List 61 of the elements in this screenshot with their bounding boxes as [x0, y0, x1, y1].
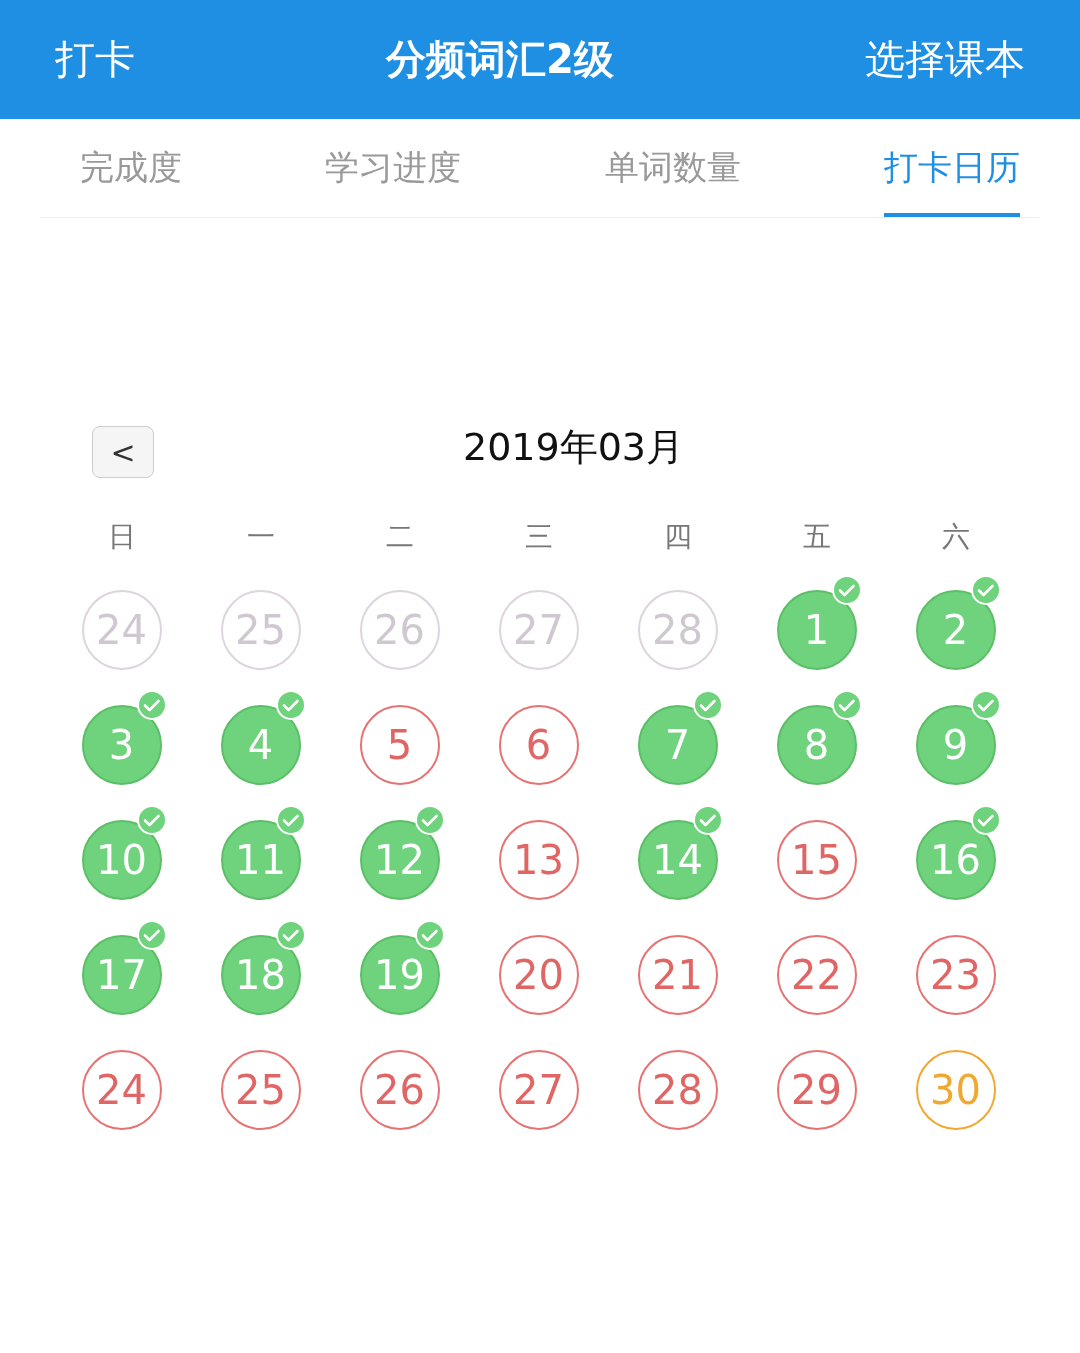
- tab[interactable]: 单词数量: [604, 119, 741, 217]
- weekday-label: 二: [385, 519, 414, 555]
- checkin-link[interactable]: 打卡: [55, 32, 135, 87]
- day-circle[interactable]: 29: [776, 1049, 857, 1130]
- day-circle[interactable]: 30: [915, 1049, 996, 1130]
- day-circle[interactable]: 12: [359, 819, 440, 900]
- weekday-label: 四: [663, 519, 692, 555]
- day-circle[interactable]: 27: [498, 1049, 579, 1130]
- check-badge-icon: [137, 920, 167, 950]
- day-circle[interactable]: 8: [776, 704, 857, 785]
- day-circle[interactable]: 17: [81, 934, 162, 1015]
- day-circle[interactable]: 9: [915, 704, 996, 785]
- day-circle[interactable]: 18: [220, 934, 301, 1015]
- day-circle[interactable]: 21: [637, 934, 718, 1015]
- weekday-label: 日: [107, 519, 136, 555]
- weekday-label: 六: [941, 519, 970, 555]
- check-badge-icon: [415, 805, 445, 835]
- tab[interactable]: 打卡日历: [884, 119, 1020, 217]
- weekday-label: 五: [802, 519, 831, 555]
- day-circle[interactable]: 24: [81, 1049, 162, 1130]
- check-badge-icon: [693, 690, 723, 720]
- day-circle[interactable]: 28: [637, 1049, 718, 1130]
- day-circle[interactable]: 16: [915, 819, 996, 900]
- check-badge-icon: [971, 575, 1001, 605]
- day-circle[interactable]: 14: [637, 819, 718, 900]
- check-badge-icon: [137, 805, 167, 835]
- tab[interactable]: 完成度: [80, 119, 182, 217]
- day-circle[interactable]: 13: [498, 819, 579, 900]
- day-circle[interactable]: 20: [498, 934, 579, 1015]
- day-circle[interactable]: 3: [81, 704, 162, 785]
- day-circle[interactable]: 26: [359, 1049, 440, 1130]
- day-circle[interactable]: 11: [220, 819, 301, 900]
- day-circle[interactable]: 2: [915, 589, 996, 670]
- day-circle[interactable]: 10: [81, 819, 162, 900]
- day-circle[interactable]: 1: [776, 589, 857, 670]
- check-badge-icon: [276, 805, 306, 835]
- check-badge-icon: [415, 920, 445, 950]
- day-circle[interactable]: 6: [498, 704, 579, 785]
- day-circle[interactable]: 7: [637, 704, 718, 785]
- day-circle[interactable]: 15: [776, 819, 857, 900]
- check-badge-icon: [693, 805, 723, 835]
- check-badge-icon: [832, 690, 862, 720]
- day-circle[interactable]: 23: [915, 934, 996, 1015]
- check-badge-icon: [832, 575, 862, 605]
- check-badge-icon: [137, 690, 167, 720]
- back-button[interactable]: <: [92, 426, 154, 478]
- day-circle[interactable]: 5: [359, 704, 440, 785]
- tab[interactable]: 学习进度: [325, 119, 462, 217]
- check-badge-icon: [971, 690, 1001, 720]
- page-title: 分频词汇2级: [386, 35, 614, 84]
- check-badge-icon: [276, 920, 306, 950]
- check-badge-icon: [971, 805, 1001, 835]
- day-circle[interactable]: 25: [220, 1049, 301, 1130]
- weekday-label: 三: [524, 519, 553, 555]
- month-title: 2019年03月: [462, 423, 685, 471]
- choose-textbook-link[interactable]: 选择课本: [865, 32, 1025, 87]
- day-circle[interactable]: 19: [359, 934, 440, 1015]
- check-badge-icon: [276, 690, 306, 720]
- weekday-label: 一: [246, 519, 275, 555]
- day-circle[interactable]: 4: [220, 704, 301, 785]
- day-circle[interactable]: 22: [776, 934, 857, 1015]
